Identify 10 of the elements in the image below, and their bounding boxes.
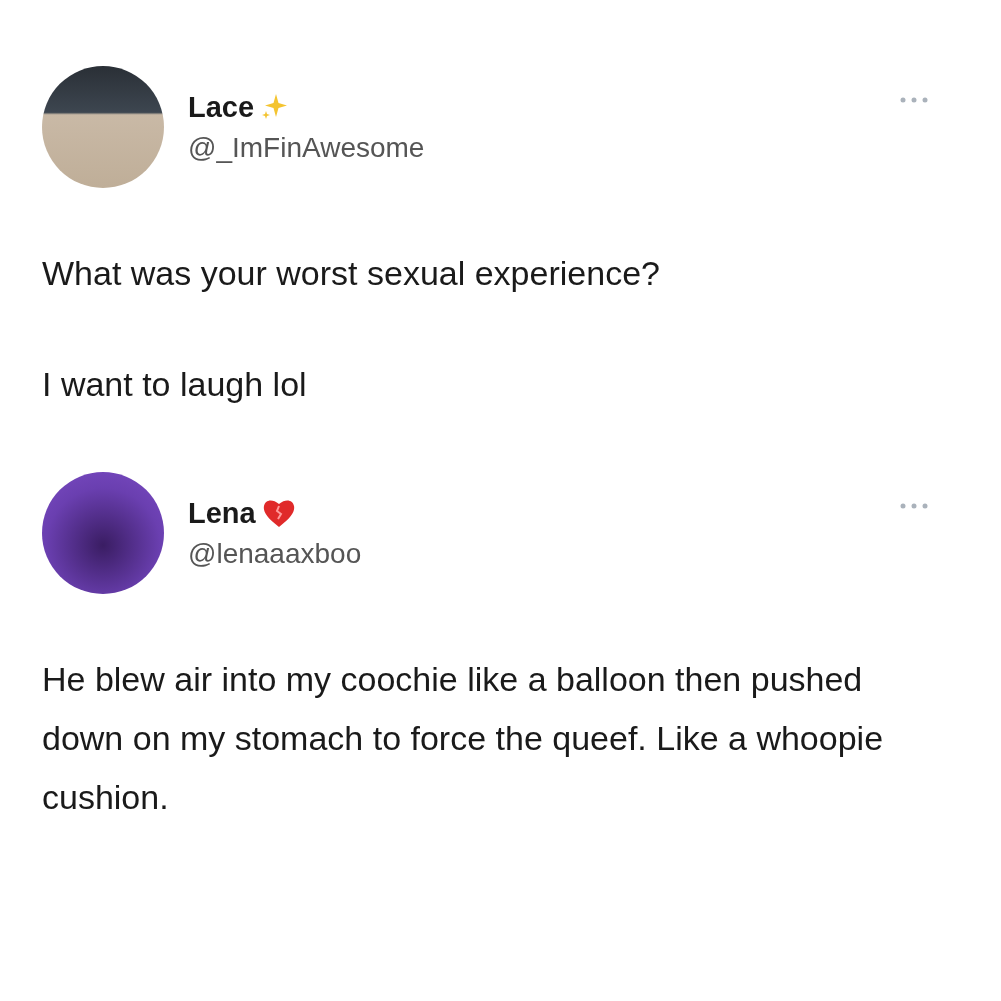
user-name: Lace (188, 90, 255, 124)
tweet-text: I want to laugh lol (42, 364, 308, 405)
user-handle: @lenaaaxboo (188, 537, 362, 570)
more-options-icon[interactable] (899, 502, 929, 510)
heart-icon (261, 497, 296, 529)
tweet-text: What was your worst sexual experience? (42, 253, 661, 294)
more-options-icon[interactable] (899, 96, 929, 104)
user-handle: @_ImFinAwesome (188, 131, 425, 164)
tweet-text: He blew air into my coochie like a balloon then pushed down on my stomach to force the queef. Like a whoopie cushion. (42, 659, 885, 818)
user-name: Lena (188, 496, 256, 530)
